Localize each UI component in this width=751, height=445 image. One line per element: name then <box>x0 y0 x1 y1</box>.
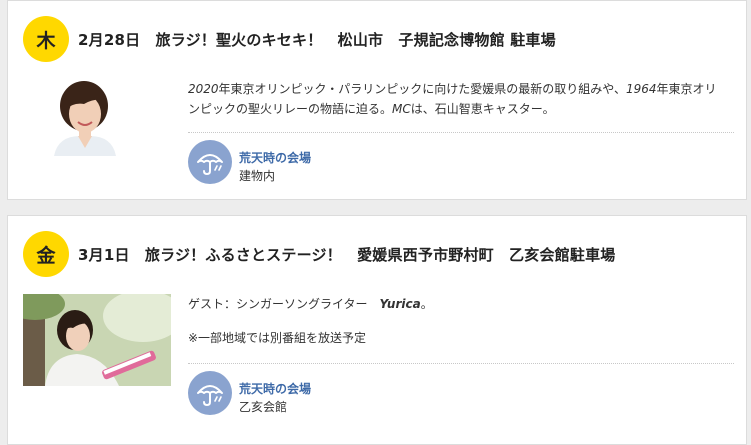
umbrella-rain-icon <box>188 371 232 415</box>
guest-line: ゲスト：シンガーソングライター Yurica。 <box>188 294 726 314</box>
event-description: 2020年東京オリンピック・パラリンピックに向けた愛媛県の最新の取り組みや、19… <box>188 79 726 119</box>
desc-year-1964: 1964 <box>625 82 657 96</box>
umbrella-rain-icon <box>188 140 232 184</box>
venue-label: 荒天時の会場 <box>239 382 312 396</box>
desc-mc: MC <box>392 102 411 116</box>
event-title: 2月28日 旅ラジ！聖火のキセキ！ 松山市 子規記念博物館 駐車場 <box>78 31 556 49</box>
event-title: 3月1日 旅ラジ！ふるさとステージ！ 愛媛県西予市野村町 乙亥会館駐車場 <box>78 246 616 264</box>
guest-suffix: 。 <box>420 297 433 311</box>
event-card-1: 木 2月28日 旅ラジ！聖火のキセキ！ 松山市 子規記念博物館 駐車場 2020… <box>7 0 747 200</box>
guest-photo-image <box>23 294 171 386</box>
desc-text-1: 年東京オリンピック・パラリンピックに向けた愛媛県の最新の取り組みや、 <box>218 82 626 96</box>
venue-place: 乙亥会館 <box>239 400 288 414</box>
desc-year-2020: 2020 <box>188 82 219 96</box>
guest-prefix: ゲスト：シンガーソングライター <box>188 297 380 311</box>
divider <box>188 132 734 133</box>
day-badge: 木 <box>23 16 69 62</box>
host-photo <box>50 76 120 156</box>
venue-label: 荒天時の会場 <box>239 151 312 165</box>
broadcast-note: ※一部地域では別番組を放送予定 <box>188 331 367 345</box>
event-card-2: 金 3月1日 旅ラジ！ふるさとステージ！ 愛媛県西予市野村町 乙亥会館駐車場 ゲ… <box>7 215 747 445</box>
venue-place: 建物内 <box>239 169 276 183</box>
divider <box>188 363 734 364</box>
host-photo-image <box>50 76 120 156</box>
desc-text-3: は、石山智恵キャスター。 <box>410 102 555 116</box>
day-badge: 金 <box>23 231 69 277</box>
guest-name: Yurica <box>379 297 421 311</box>
event-description: ゲスト：シンガーソングライター Yurica。 ※一部地域では別番組を放送予定 <box>188 294 726 348</box>
guest-photo <box>23 294 171 386</box>
